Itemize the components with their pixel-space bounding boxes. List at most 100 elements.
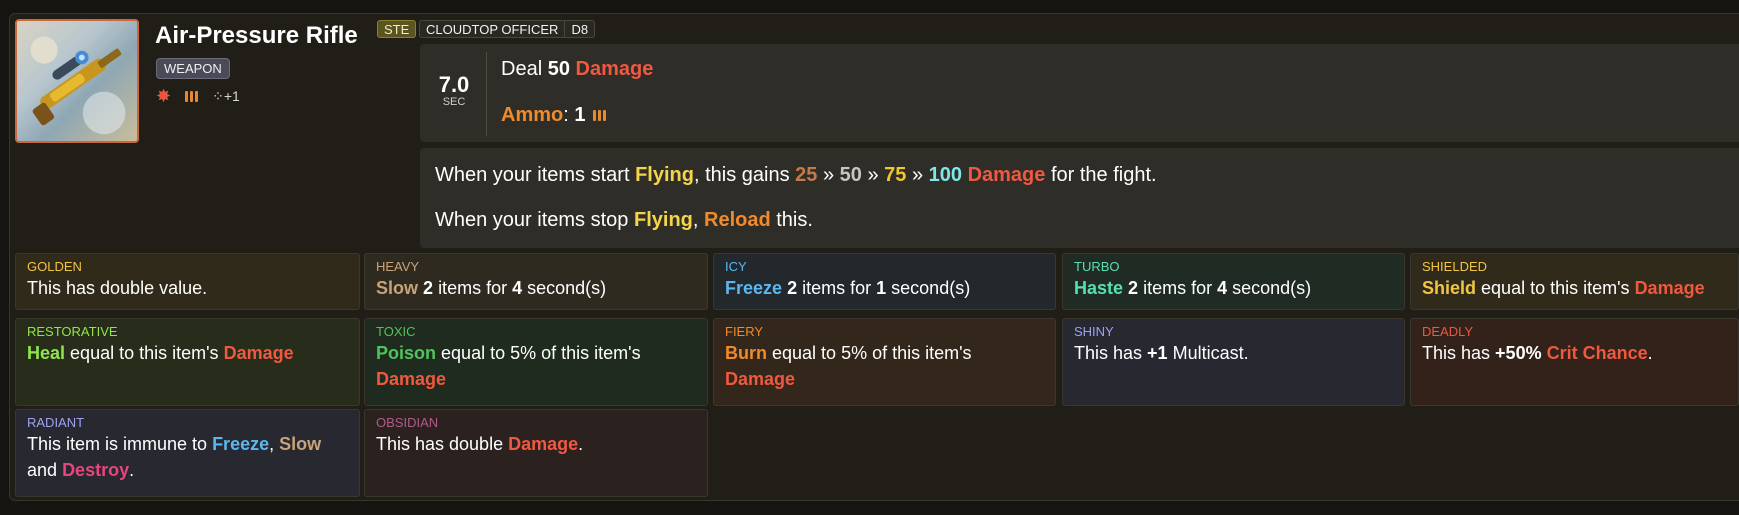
enchant-text: Poison equal to 5% of this item's Damage	[376, 340, 696, 392]
enchant-text: This has double value.	[27, 278, 208, 298]
enchant-turbo: TURBO Haste 2 items for 4 second(s)	[1062, 253, 1405, 310]
seconds: 4	[1217, 278, 1228, 298]
separator: »	[911, 164, 924, 186]
seconds: 1	[876, 278, 887, 298]
damage-keyword: Damage	[223, 343, 294, 363]
enchant-text: Freeze 2 items for 1 second(s)	[725, 275, 1044, 301]
deal-text: Deal	[501, 58, 543, 80]
enchant-shielded: SHIELDED Shield equal to this item's Dam…	[1410, 253, 1739, 310]
text: This item is immune to	[27, 434, 208, 454]
item-title: Air-Pressure Rifle	[155, 22, 358, 49]
ammo-value: 1	[574, 104, 586, 126]
slow-keyword: Slow	[279, 434, 322, 454]
damage-keyword: Damage	[725, 369, 796, 389]
multicast-label: +1	[223, 87, 240, 104]
flying-keyword: Flying	[635, 164, 694, 186]
enchant-name: RADIANT	[27, 415, 85, 430]
freeze-keyword: Freeze	[212, 434, 270, 454]
cooldown: 7.0 SEC	[436, 72, 472, 108]
text: this.	[776, 209, 813, 231]
crit-chance-keyword: Crit Chance	[1546, 343, 1648, 363]
enchant-name: HEAVY	[376, 259, 420, 274]
text: second(s)	[1232, 278, 1312, 298]
burn-keyword: Burn	[725, 343, 767, 363]
enchant-name: SHIELDED	[1422, 259, 1488, 274]
enchant-toxic: TOXIC Poison equal to 5% of this item's …	[364, 318, 708, 406]
enchant-text: Heal equal to this item's Damage	[27, 340, 348, 366]
hero-tag: CLOUDTOP OFFICER D8	[419, 20, 596, 38]
text: equal to 5% of this item's	[772, 343, 972, 363]
enchant-name: SHINY	[1074, 324, 1114, 339]
enchant-name: TURBO	[1074, 259, 1120, 274]
item-stat-icons: ✸ ⁘+1	[156, 86, 240, 106]
enchant-restorative: RESTORATIVE Heal equal to this item's Da…	[15, 318, 360, 406]
enchant-text: This has +1 Multicast.	[1074, 340, 1393, 366]
text: Multicast.	[1172, 343, 1249, 363]
enchant-name: OBSIDIAN	[376, 415, 439, 430]
text: equal to 5% of this item's	[441, 343, 641, 363]
count: 2	[1128, 278, 1139, 298]
shield-keyword: Shield	[1422, 278, 1477, 298]
enchant-radiant: RADIANT This item is immune to Freeze, S…	[15, 409, 360, 497]
enchant-heavy: HEAVY Slow 2 items for 4 second(s)	[364, 253, 708, 310]
enchant-name: TOXIC	[376, 324, 416, 339]
tier-silver-value: 50	[839, 164, 862, 186]
text: ,	[269, 434, 275, 454]
poison-keyword: Poison	[376, 343, 437, 363]
flying-keyword: Flying	[633, 209, 693, 231]
text: items for	[438, 278, 508, 298]
enchant-name: ICY	[725, 259, 747, 274]
tier-gold-value: 75	[884, 164, 907, 186]
text: , this gains	[693, 164, 790, 186]
text: second(s)	[891, 278, 971, 298]
ammo-icon	[185, 90, 199, 102]
enchant-name: DEADLY	[1422, 324, 1474, 339]
text: .	[129, 460, 135, 480]
damage-keyword: Damage	[575, 58, 654, 80]
type-tag: WEAPON	[156, 58, 230, 79]
passive-box	[420, 148, 1739, 248]
enchant-text: This has +50% Crit Chance.	[1422, 340, 1727, 366]
cooldown-value: 7.0	[438, 72, 470, 97]
text: second(s)	[527, 278, 607, 298]
enchant-text: Shield equal to this item's Damage	[1422, 275, 1727, 301]
count: 2	[787, 278, 798, 298]
damage-keyword: Damage	[1634, 278, 1705, 298]
enchant-text: Haste 2 items for 4 second(s)	[1074, 275, 1393, 301]
enchant-deadly: DEADLY This has +50% Crit Chance.	[1410, 318, 1739, 406]
text: When your items start	[435, 164, 630, 186]
freeze-keyword: Freeze	[725, 278, 783, 298]
haste-keyword: Haste	[1074, 278, 1124, 298]
passive-line-1: When your items start Flying, this gains…	[435, 164, 1157, 187]
ammo-keyword: Ammo	[501, 104, 564, 126]
text: .	[1647, 343, 1653, 363]
slow-keyword: Slow	[376, 278, 419, 298]
crit-value: +50%	[1495, 343, 1542, 363]
multicast-value: +1	[1147, 343, 1168, 363]
ste-tag: STE	[377, 20, 417, 38]
item-image	[15, 19, 139, 143]
heal-keyword: Heal	[27, 343, 66, 363]
text: items for	[802, 278, 872, 298]
multicast-icon: ⁘+1	[212, 87, 240, 104]
divider	[486, 52, 487, 136]
passive-line-2: When your items stop Flying, Reload this…	[435, 209, 813, 232]
text: ,	[692, 209, 699, 231]
reload-keyword: Reload	[704, 209, 771, 231]
enchant-name: RESTORATIVE	[27, 324, 118, 339]
enchant-golden: GOLDEN This has double value.	[15, 253, 360, 310]
text: This has	[1074, 343, 1143, 363]
enchant-fiery: FIERY Burn equal to 5% of this item's Da…	[713, 318, 1056, 406]
enchant-icy: ICY Freeze 2 items for 1 second(s)	[713, 253, 1056, 310]
enchant-shiny: SHINY This has +1 Multicast.	[1062, 318, 1405, 406]
text: When your items stop	[435, 209, 629, 231]
enchant-obsidian: OBSIDIAN This has double Damage.	[364, 409, 708, 497]
count: 2	[423, 278, 434, 298]
tier-bronze-value: 25	[795, 164, 818, 186]
rifle-image-icon	[30, 36, 126, 135]
damage-burst-icon: ✸	[156, 86, 172, 106]
seconds: 4	[512, 278, 523, 298]
ammo-icon	[593, 110, 607, 121]
ammo-colon: :	[563, 104, 569, 126]
text: .	[578, 434, 584, 454]
